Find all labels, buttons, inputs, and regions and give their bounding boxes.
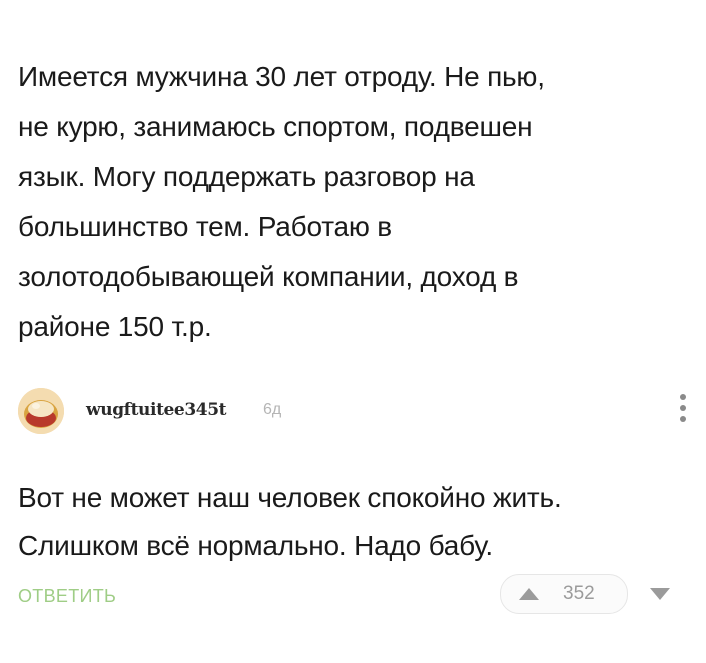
post-text: Имеется мужчина 30 лет отроду. Не пью, н… — [18, 52, 698, 352]
reply-button[interactable]: ОТВЕТИТЬ — [18, 586, 116, 607]
comment-text-line: Вот не может наш человек спокойно жить. — [18, 482, 562, 513]
upvote-icon[interactable] — [519, 588, 539, 600]
post-text-line: не курю, занимаюсь спортом, подвешен — [18, 111, 533, 142]
more-vertical-icon[interactable] — [678, 394, 688, 430]
comment-text-line: Слишком всё нормально. Надо бабу. — [18, 530, 493, 561]
post-text-line: золотодобывающей компании, доход в — [18, 261, 519, 292]
post-text-line: большинство тем. Работаю в — [18, 211, 392, 242]
post-text-line: Имеется мужчина 30 лет отроду. Не пью, — [18, 61, 545, 92]
post-text-line: районе 150 т.р. — [18, 311, 212, 342]
comment-author[interactable]: wugftuitee345t — [86, 400, 226, 420]
comment-text: Вот не может наш человек спокойно жить. … — [18, 474, 698, 570]
vote-box: 352 — [500, 574, 628, 614]
vote-count: 352 — [563, 583, 595, 604]
downvote-icon[interactable] — [650, 588, 670, 600]
comment-age: 6д — [263, 401, 282, 418]
comment-header: wugftuitee345t 6д — [18, 388, 690, 436]
post-text-line: язык. Могу поддержать разговор на — [18, 161, 475, 192]
avatar-image-icon — [18, 388, 64, 434]
avatar[interactable] — [18, 388, 64, 434]
